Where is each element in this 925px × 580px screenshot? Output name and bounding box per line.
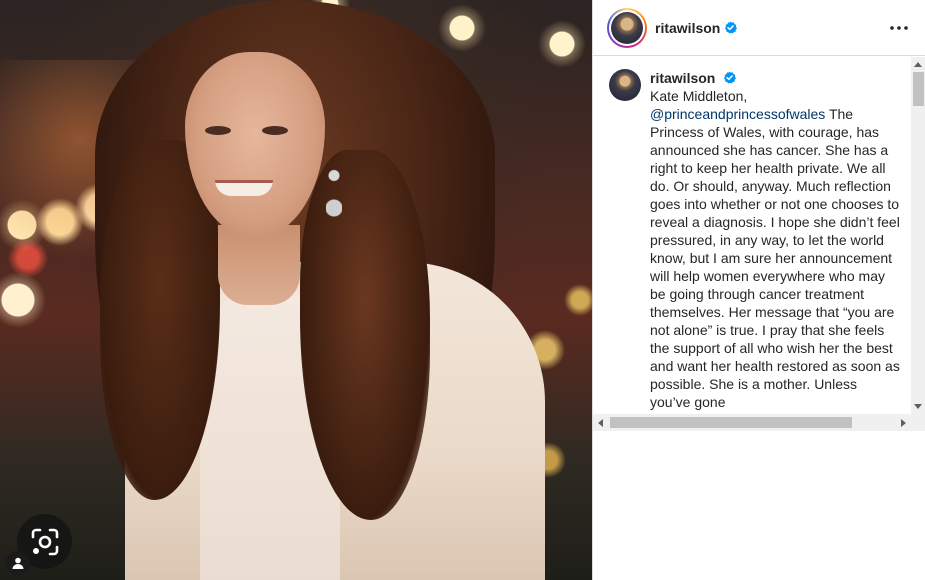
caption-area: ritawilson Kate Middleton, @princeandpri… [593, 57, 925, 431]
caption-username[interactable]: ritawilson [650, 70, 715, 86]
person-icon[interactable] [6, 551, 30, 575]
caption-mention[interactable]: @princeandprincessofwales [650, 106, 825, 122]
scroll-right-arrow-icon[interactable] [901, 419, 906, 427]
photo-eye [205, 126, 231, 135]
photo-eye [262, 126, 288, 135]
caption-line1: Kate Middleton, [650, 88, 748, 104]
caption-body: ritawilson Kate Middleton, @princeandpri… [650, 69, 900, 411]
photo-earring [326, 168, 342, 218]
scrollbar-corner [911, 414, 925, 431]
story-ring[interactable] [607, 7, 647, 48]
caption-text: @princeandprincessofwales The Princess o… [650, 105, 900, 411]
avatar[interactable] [611, 11, 643, 44]
header-username[interactable]: ritawilson [655, 20, 720, 36]
vertical-scroll-thumb[interactable] [913, 72, 924, 106]
caption-body-text: The Princess of Wales, with courage, has… [650, 106, 900, 410]
horizontal-scroll-thumb[interactable] [610, 417, 852, 428]
scroll-up-arrow-icon[interactable] [914, 62, 922, 67]
verified-badge-icon [724, 71, 737, 84]
photo-smile [215, 180, 273, 196]
post-side-panel: ritawilson ritawilson Kate Middleton, @p… [592, 0, 925, 580]
caption-avatar[interactable] [609, 69, 641, 101]
post-photo [0, 0, 592, 580]
verified-badge-icon [725, 21, 738, 34]
photo-neck [218, 225, 300, 305]
post-header: ritawilson [593, 0, 925, 56]
horizontal-scrollbar[interactable] [593, 414, 911, 431]
scroll-down-arrow-icon[interactable] [914, 404, 922, 409]
vertical-scrollbar[interactable] [911, 57, 925, 414]
caption-scroll-region[interactable]: ritawilson Kate Middleton, @princeandpri… [593, 57, 911, 414]
more-horizontal-icon[interactable] [887, 16, 911, 40]
caption-row: ritawilson Kate Middleton, @princeandpri… [609, 69, 911, 411]
scroll-left-arrow-icon[interactable] [598, 419, 603, 427]
